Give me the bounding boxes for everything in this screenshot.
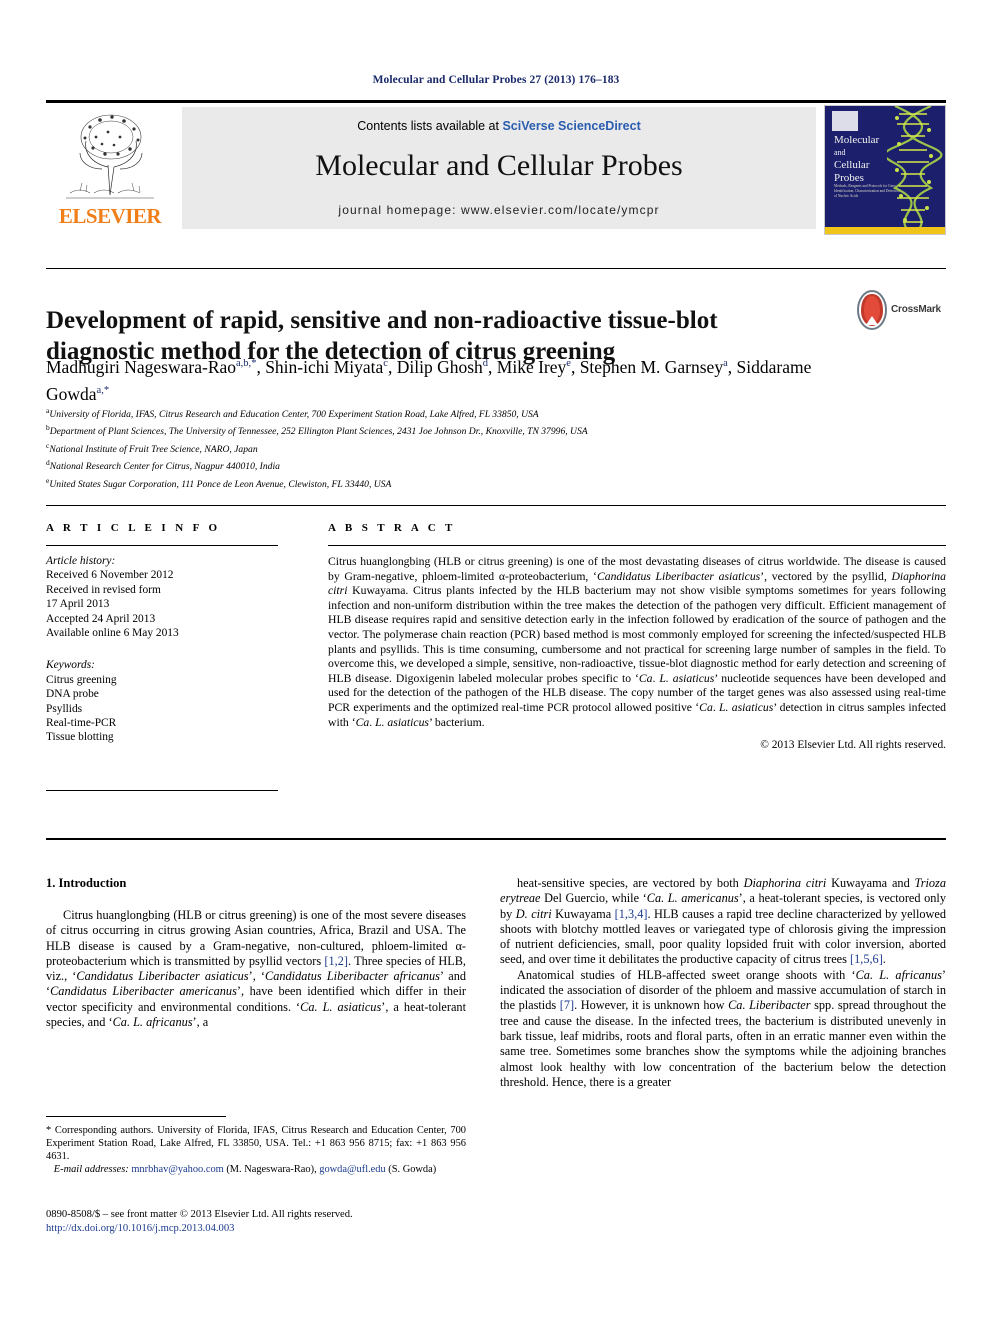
issn-line: 0890-8508/$ – see front matter © 2013 El… [46,1209,353,1220]
affiliation-text: National Research Center for Citrus, Nag… [49,461,280,473]
footnote-divider [46,1116,226,1117]
body-paragraph: heat-sensitive species, are vectored by … [500,876,947,967]
journal-masthead: ELSEVIER Contents lists available at Sci… [46,100,946,235]
dna-helix-graphic [887,106,943,229]
affiliation-list: aUniversity of Florida, IFAS, Citrus Res… [46,404,926,491]
corresponding-author-note: * Corresponding authors. University of F… [46,1125,466,1163]
journal-homepage-link[interactable]: journal homepage: www.elsevier.com/locat… [182,203,816,217]
doi-link[interactable]: http://dx.doi.org/10.1016/j.mcp.2013.04.… [46,1222,476,1236]
affiliation-text: National Institute of Fruit Tree Science… [49,443,258,455]
history-item: 17 April 2013 [46,598,110,611]
keyword-list: Keywords: Citrus greening DNA probe Psyl… [46,658,301,744]
cover-title-line3: Cellular [834,159,870,171]
history-item: Available online 6 May 2013 [46,627,179,640]
abstract-copyright: © 2013 Elsevier Ltd. All rights reserved… [760,739,946,752]
running-head: Molecular and Cellular Probes 27 (2013) … [372,74,620,86]
article-history: Article history: Received 6 November 201… [46,554,301,640]
email-link[interactable]: mnrbhav@yahoo.com [131,1164,223,1175]
sciencedirect-banner: Contents lists available at SciVerse Sci… [182,107,816,229]
elsevier-logo: ELSEVIER [46,107,174,231]
email-owner: (S. Gowda) [388,1164,437,1176]
affiliation-item: dNational Research Center for Citrus, Na… [46,456,926,473]
history-item: Received in revised form [46,583,161,596]
keyword-item: Citrus greening [46,673,117,686]
author-list: Madhugiri Nageswara-Raoa,b,*, Shin-ichi … [46,356,812,404]
contents-line-prefix: Contents lists available at [357,119,503,133]
affiliation-item: bDepartment of Plant Sciences, The Unive… [46,421,926,438]
keyword-item: Psyllids [46,702,83,715]
affiliation-text: United States Sugar Corporation, 111 Pon… [49,478,392,490]
body-column-left: 1. Introduction Citrus huanglongbing (HL… [46,876,466,1030]
title-divider [46,268,946,269]
article-info-heading: A R T I C L E I N F O [46,522,221,534]
footnote-block: * Corresponding authors. University of F… [46,1124,466,1176]
issn-footer: 0890-8508/$ – see front matter © 2013 El… [46,1208,476,1236]
cover-title-line1: Molecular [834,134,880,146]
article-info-rule [46,545,278,546]
contents-line: Contents lists available at SciVerse Sci… [182,119,816,133]
journal-title: Molecular and Cellular Probes [315,149,683,182]
journal-cover-thumbnail[interactable]: Molecular and Cellular Probes Methods, R… [824,105,946,235]
keyword-item: DNA probe [46,688,99,701]
crossmark-badge[interactable]: CrossMark [855,290,947,332]
sciencedirect-link[interactable]: SciVerse ScienceDirect [502,119,640,133]
email-note: E-mail addresses: mnrbhav@yahoo.com (M. … [53,1164,437,1176]
history-item: Accepted 24 April 2013 [46,612,156,625]
elsevier-tree-icon [50,107,170,203]
section-heading-introduction: 1. Introduction [46,876,127,890]
abstract-heading: A B S T R A C T [328,522,456,534]
cover-title-line4: Probes [834,171,864,184]
abstract-column: A B S T R A C T Citrus huanglongbing (HL… [328,522,946,751]
affiliation-item: cNational Institute of Fruit Tree Scienc… [46,439,926,456]
article-info-column: A R T I C L E I N F O Article history: R… [46,522,301,745]
cover-elsevier-logo-icon [832,111,858,131]
email-owner: (M. Nageswara-Rao) [226,1164,315,1176]
journal-article-page: Molecular and Cellular Probes 27 (2013) … [0,0,992,1323]
email-link[interactable]: gowda@ufl.edu [319,1164,385,1175]
abstract-rule [328,545,946,546]
affiliation-item: eUnited States Sugar Corporation, 111 Po… [46,474,926,491]
crossmark-label: CrossMark [891,304,941,315]
crossmark-logo-icon [857,290,887,330]
affiliation-text: University of Florida, IFAS, Citrus Rese… [49,409,539,421]
keyword-item: Real-time-PCR [46,717,117,730]
affiliation-text: Department of Plant Sciences, The Univer… [49,426,588,438]
body-paragraph: Citrus huanglongbing (HLB or citrus gree… [46,908,467,1030]
article-info-bottom-rule [46,790,278,791]
history-item: Received 6 November 2012 [46,569,174,582]
email-addresses-label: E-mail addresses: [53,1164,129,1176]
info-section-divider [46,505,946,506]
body-paragraph: Anatomical studies of HLB-affected sweet… [500,967,947,1089]
keywords-label: Keywords: [46,659,95,672]
abstract-bottom-rule [46,838,946,840]
body-column-right: heat-sensitive species, are vectored by … [500,876,946,1090]
cover-accent-strip [825,227,945,234]
article-history-label: Article history: [46,555,116,567]
keyword-item: Tissue blotting [46,731,114,744]
abstract-text: Citrus huanglongbing (HLB or citrus gree… [328,555,947,729]
affiliation-item: aUniversity of Florida, IFAS, Citrus Res… [46,404,926,421]
elsevier-wordmark: ELSEVIER [58,204,162,228]
